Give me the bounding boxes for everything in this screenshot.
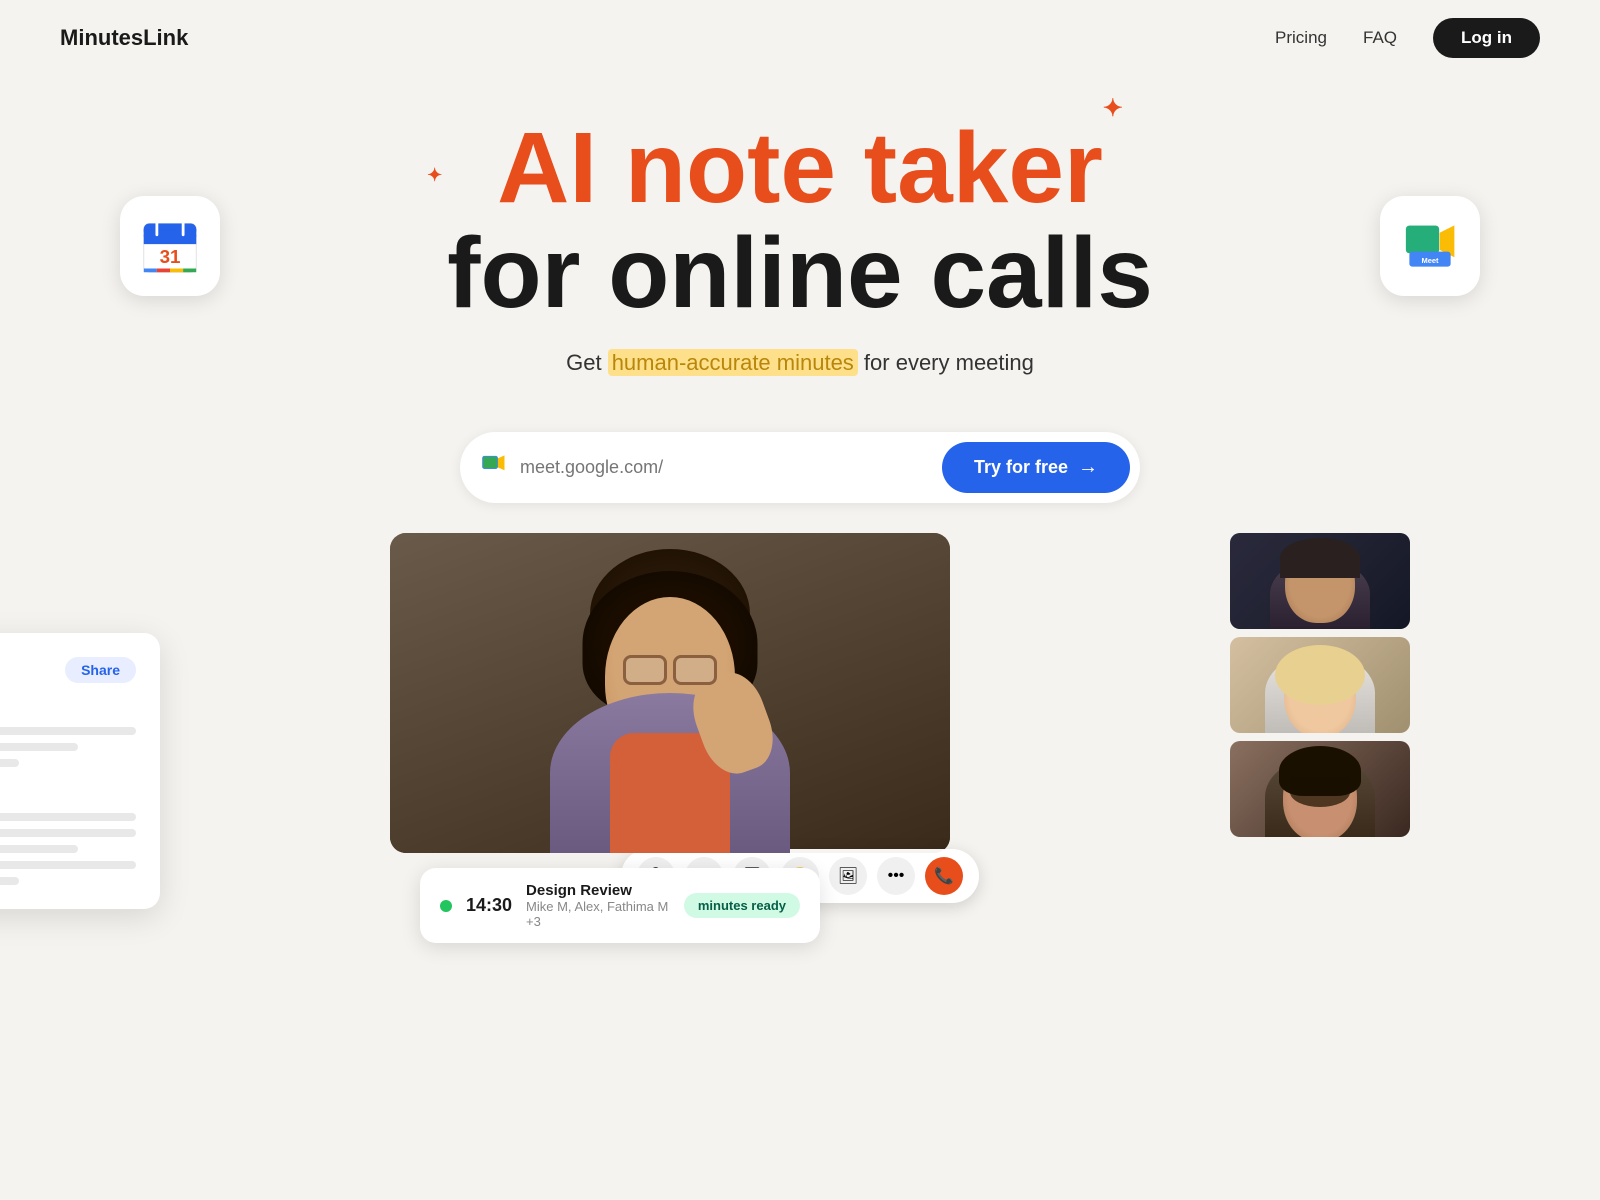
meeting-info: Design Review Mike M, Alex, Fathima M +3 (526, 882, 670, 929)
logo-text: MinutesLink (60, 25, 188, 51)
nav-pricing[interactable]: Pricing (1275, 28, 1327, 48)
minutes-line-4 (0, 861, 136, 869)
meeting-summary-panel: Meeting Summary Share Agenda Meeting Min… (0, 633, 160, 909)
video-thumb-2 (1230, 637, 1410, 733)
agenda-line-2 (0, 743, 78, 751)
input-bar: Try for free → (460, 432, 1140, 503)
hero-title-line1: AI note taker ✦ ✦ (497, 116, 1103, 221)
meeting-url-input[interactable] (520, 457, 930, 478)
nav-right: Pricing FAQ Log in (1275, 18, 1540, 58)
input-bar-wrapper: Try for free → (0, 432, 1600, 503)
meeting-notification: 14:30 Design Review Mike M, Alex, Fathim… (420, 868, 820, 943)
hero-title-line2: for online calls (447, 221, 1153, 326)
try-for-free-button[interactable]: Try for free → (942, 442, 1130, 493)
hero-section: 31 Meet AI note taker ✦ (0, 76, 1600, 396)
agenda-line-1 (0, 727, 136, 735)
navbar: MinutesLink Pricing FAQ Log in (0, 0, 1600, 76)
minutes-line-5 (0, 877, 19, 885)
google-meet-icon: Meet (1380, 196, 1480, 296)
more-button[interactable]: ••• (877, 857, 915, 895)
agenda-line-3 (0, 759, 19, 767)
hero-subtitle: Get human-accurate minutes for every mee… (0, 350, 1600, 376)
svg-text:Meet: Meet (1421, 256, 1439, 265)
demo-section: Meeting Summary Share Agenda Meeting Min… (0, 533, 1600, 853)
minutes-label: Meeting Minutes (0, 787, 136, 803)
present-button[interactable]: 🖼 (829, 857, 867, 895)
share-button[interactable]: Share (65, 657, 136, 683)
login-button[interactable]: Log in (1433, 18, 1540, 58)
online-indicator (440, 900, 452, 912)
end-call-button[interactable]: 📞 (925, 857, 963, 895)
video-thumbnails (1230, 533, 1410, 837)
sparkle-icon: ✦ (1103, 96, 1123, 121)
meeting-time: 14:30 (466, 895, 512, 916)
minutes-line-2 (0, 829, 136, 837)
arrow-icon: → (1078, 456, 1098, 479)
minutes-line-3 (0, 845, 78, 853)
meet-input-icon (480, 451, 508, 484)
minutes-ready-badge: minutes ready (684, 893, 800, 918)
main-video-person (390, 533, 950, 853)
nav-faq[interactable]: FAQ (1363, 28, 1397, 48)
sparkle-small-icon: ✦ (427, 166, 442, 185)
video-thumb-1 (1230, 533, 1410, 629)
subtitle-highlight: human-accurate minutes (608, 349, 858, 376)
agenda-label: Agenda (0, 701, 136, 717)
minutes-line-1 (0, 813, 136, 821)
try-label: Try for free (974, 457, 1068, 478)
logo[interactable]: MinutesLink (60, 25, 188, 51)
svg-text:31: 31 (160, 246, 181, 267)
main-video (390, 533, 950, 853)
meeting-people: Mike M, Alex, Fathima M +3 (526, 899, 670, 929)
video-thumb-3 (1230, 741, 1410, 837)
video-area: 🎙 📷 🖥 😊 🖼 ••• 📞 14:30 Design Review Mike… (390, 533, 1210, 853)
google-calendar-icon: 31 (120, 196, 220, 296)
meeting-title: Design Review (526, 882, 670, 899)
